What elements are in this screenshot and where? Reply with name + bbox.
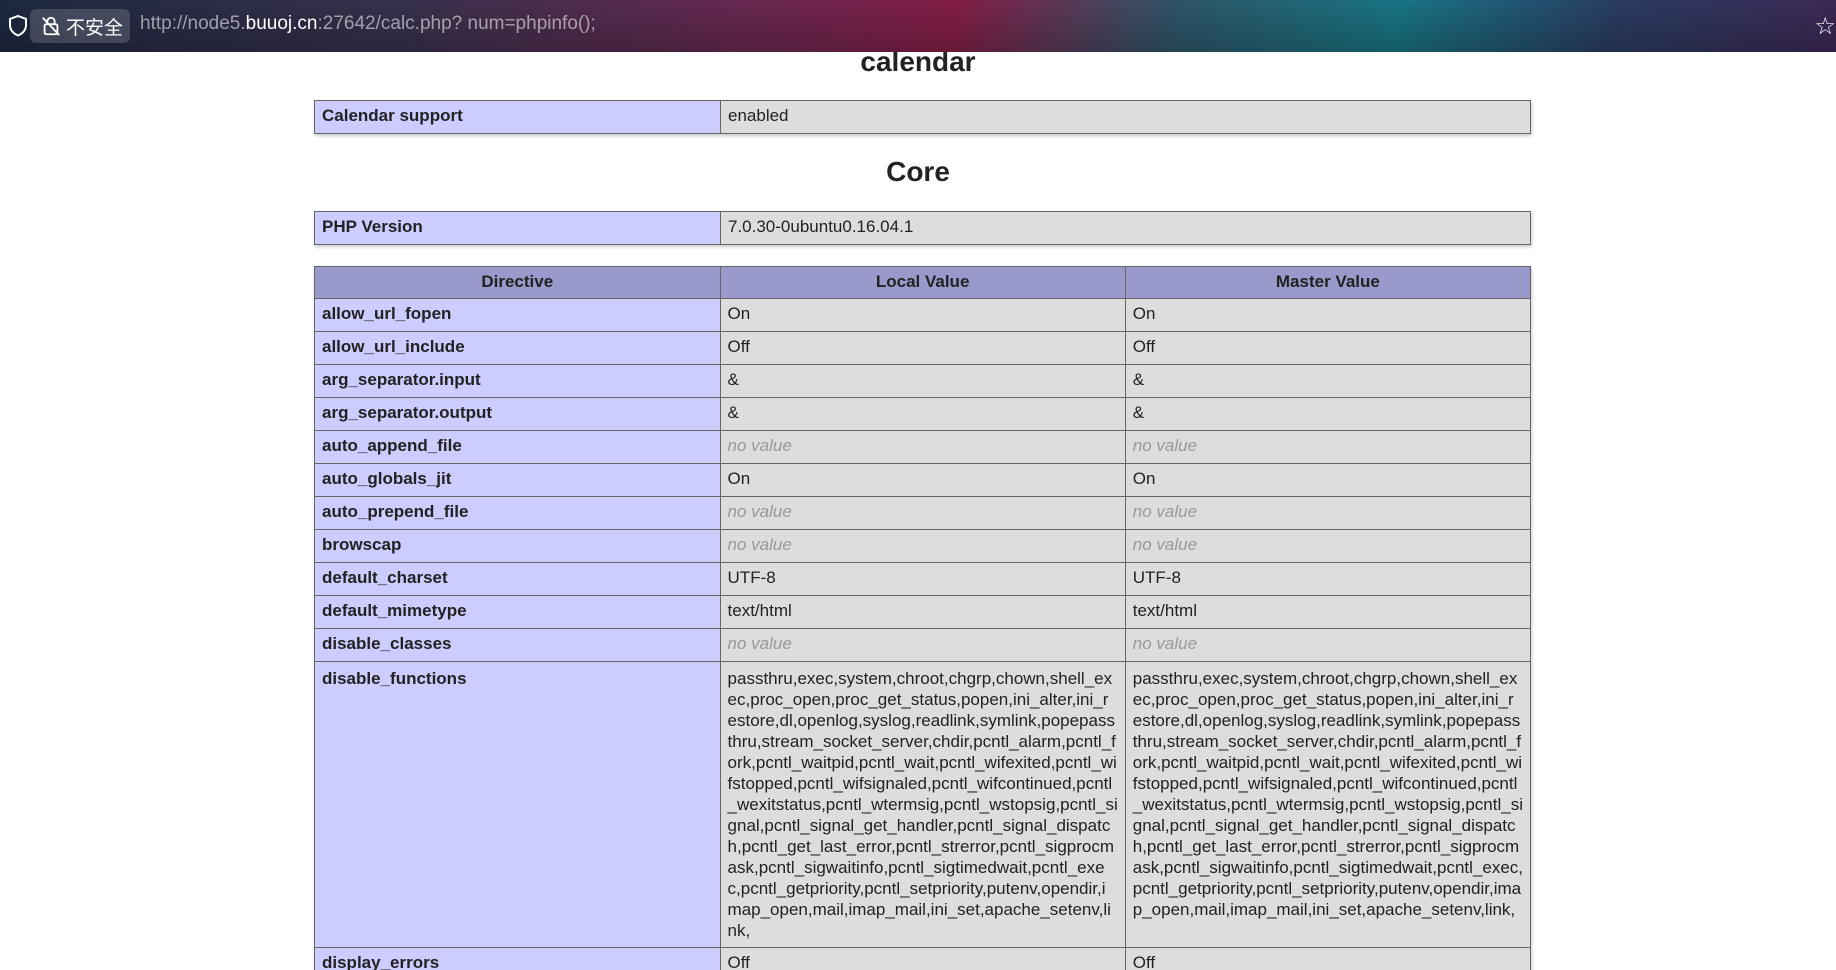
- master-value: no value: [1124, 628, 1532, 662]
- master-value: On: [1124, 463, 1532, 497]
- no-value-text: no value: [1132, 502, 1198, 521]
- directive-name: default_charset: [314, 562, 721, 596]
- table-row: default_charset UTF-8 UTF-8: [314, 562, 1532, 596]
- directive-name: auto_append_file: [314, 430, 721, 464]
- column-header-master-value: Master Value: [1124, 266, 1532, 299]
- directive-value: 7.0.30-0ubuntu0.16.04.1: [720, 211, 1531, 245]
- php-version-table: PHP Version 7.0.30-0ubuntu0.16.04.1: [314, 211, 1531, 245]
- table-row: allow_url_include Off Off: [314, 331, 1532, 365]
- master-value: no value: [1124, 529, 1532, 563]
- section-title-calendar: calendar: [860, 52, 976, 77]
- local-value: no value: [719, 430, 1126, 464]
- table-row: arg_separator.input & &: [314, 364, 1532, 398]
- local-value: On: [719, 463, 1126, 497]
- directive-name: allow_url_include: [314, 331, 721, 365]
- no-value-text: no value: [1132, 535, 1198, 554]
- table-header-row: Directive Local Value Master Value: [314, 266, 1532, 299]
- core-directives-table: Directive Local Value Master Value allow…: [314, 266, 1532, 970]
- master-value: passthru,exec,system,chroot,chgrp,chown,…: [1124, 661, 1532, 948]
- bookmark-star-icon[interactable]: ☆: [1814, 12, 1836, 40]
- directive-name: auto_globals_jit: [314, 463, 721, 497]
- url-field[interactable]: http://node5.buuoj.cn:27642/calc.php? nu…: [140, 13, 596, 35]
- no-value-text: no value: [1132, 436, 1198, 455]
- local-value: Off: [719, 947, 1126, 970]
- insecure-label: 不安全: [66, 16, 124, 39]
- phpinfo-page: calendar Calendar support enabled Core P…: [0, 52, 1836, 970]
- local-value: no value: [719, 628, 1126, 662]
- directive-value: enabled: [720, 100, 1531, 134]
- master-value: text/html: [1124, 595, 1532, 629]
- site-security-indicator[interactable]: 不安全: [30, 9, 130, 43]
- table-row: default_mimetype text/html text/html: [314, 595, 1532, 629]
- master-value: UTF-8: [1124, 562, 1532, 596]
- no-value-text: no value: [727, 535, 792, 554]
- master-value: Off: [1124, 331, 1532, 365]
- calendar-table: Calendar support enabled: [314, 100, 1531, 134]
- local-value: passthru,exec,system,chroot,chgrp,chown,…: [719, 661, 1126, 948]
- url-host: buuoj.cn: [245, 13, 318, 34]
- local-value: UTF-8: [719, 562, 1126, 596]
- directive-name: arg_separator.output: [314, 397, 721, 431]
- table-row: arg_separator.output & &: [314, 397, 1532, 431]
- directive-name: browscap: [314, 529, 721, 563]
- table-row: disable_functions passthru,exec,system,ch…: [314, 661, 1532, 948]
- table-row: auto_globals_jit On On: [314, 463, 1532, 497]
- local-value: no value: [719, 529, 1126, 563]
- url-prefix: http://node5.: [140, 13, 246, 34]
- local-value: On: [719, 298, 1126, 332]
- no-value-text: no value: [727, 436, 792, 455]
- insecure-lock-icon: [42, 16, 60, 36]
- core-directives-body: allow_url_fopen On On allow_url_include Off O…: [314, 298, 1532, 970]
- table-row: browscap no value no value: [314, 529, 1532, 563]
- table-row: allow_url_fopen On On: [314, 298, 1532, 332]
- directive-name: Calendar support: [314, 100, 721, 134]
- no-value-text: no value: [727, 634, 792, 653]
- table-row: Calendar support enabled: [314, 100, 1531, 134]
- directive-name: display_errors: [314, 947, 721, 970]
- master-value: Off: [1124, 947, 1532, 970]
- directive-name: arg_separator.input: [314, 364, 721, 398]
- local-value: no value: [719, 496, 1126, 530]
- column-header-directive: Directive: [314, 266, 721, 299]
- directive-name: PHP Version: [314, 211, 721, 245]
- local-value: text/html: [719, 595, 1126, 629]
- section-title-core: Core: [886, 156, 950, 187]
- local-value: &: [719, 364, 1126, 398]
- url-suffix: :27642/calc.php? num=phpinfo();: [317, 13, 596, 34]
- local-value: Off: [719, 331, 1126, 365]
- master-value: no value: [1124, 430, 1532, 464]
- table-row: PHP Version 7.0.30-0ubuntu0.16.04.1: [314, 211, 1531, 245]
- directive-name: auto_prepend_file: [314, 496, 721, 530]
- table-row: auto_prepend_file no value no value: [314, 496, 1532, 530]
- local-value: &: [719, 397, 1126, 431]
- no-value-text: no value: [1132, 634, 1198, 653]
- master-value: no value: [1124, 496, 1532, 530]
- directive-name: disable_functions: [314, 661, 721, 948]
- browser-address-bar: 不安全 http://node5.buuoj.cn:27642/calc.php…: [0, 0, 1836, 52]
- master-value: On: [1124, 298, 1532, 332]
- table-row: disable_classes no value no value: [314, 628, 1532, 662]
- directive-name: default_mimetype: [314, 595, 721, 629]
- table-row: display_errors Off Off: [314, 947, 1532, 970]
- directive-name: disable_classes: [314, 628, 721, 662]
- shield-icon[interactable]: [6, 14, 30, 38]
- table-row: auto_append_file no value no value: [314, 430, 1532, 464]
- master-value: &: [1124, 397, 1532, 431]
- directive-name: allow_url_fopen: [314, 298, 721, 332]
- master-value: &: [1124, 364, 1532, 398]
- no-value-text: no value: [727, 502, 792, 521]
- column-header-local-value: Local Value: [719, 266, 1126, 299]
